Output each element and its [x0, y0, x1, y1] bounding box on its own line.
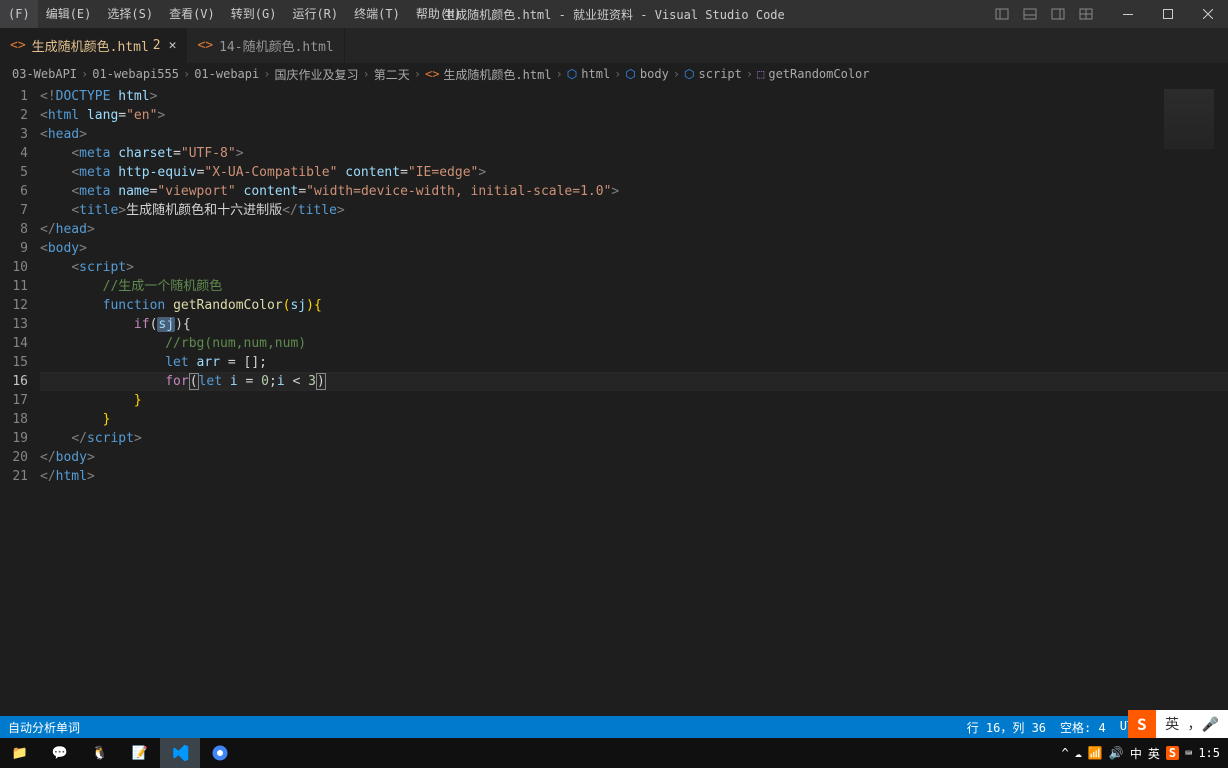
- html-file-icon: <>: [10, 38, 26, 53]
- tray-ime-zh[interactable]: 中: [1130, 745, 1142, 762]
- maximize-button[interactable]: [1148, 0, 1188, 28]
- sogou-logo-icon: S: [1128, 710, 1156, 738]
- tray-network-icon[interactable]: 📶: [1088, 746, 1103, 760]
- title-bar: (F) 编辑(E) 选择(S) 查看(V) 转到(G) 运行(R) 终端(T) …: [0, 0, 1228, 28]
- tray-keyboard-icon[interactable]: ⌨: [1185, 746, 1192, 760]
- file-explorer-icon[interactable]: 📁: [0, 738, 40, 768]
- panel-left-icon[interactable]: [988, 0, 1016, 28]
- windows-taskbar: 📁 💬 🐧 📝 ^ ☁ 📶 🔊 中 英 S ⌨ 1:5: [0, 738, 1228, 768]
- bc-symbol[interactable]: ⬡html: [567, 67, 610, 81]
- window-title: 生成随机颜色.html - 就业班资料 - Visual Studio Code: [443, 6, 785, 23]
- editor-area[interactable]: 123456789101112131415161718192021 <!DOCT…: [0, 85, 1228, 716]
- tab-label: 14-随机颜色.html: [219, 36, 334, 55]
- tray-sogou-icon[interactable]: S: [1166, 746, 1179, 760]
- qq-icon[interactable]: 🐧: [80, 738, 120, 768]
- chrome-icon[interactable]: [200, 738, 240, 768]
- ime-popup[interactable]: S 英 ，🎤: [1128, 710, 1228, 738]
- tab-active[interactable]: <> 生成随机颜色.html 2 ✕: [0, 28, 187, 63]
- menu-run[interactable]: 运行(R): [284, 0, 346, 28]
- minimize-button[interactable]: [1108, 0, 1148, 28]
- bc-folder[interactable]: 国庆作业及复习: [274, 66, 358, 83]
- ime-mode: 英 ，🎤: [1156, 714, 1228, 734]
- tray-chevron-icon[interactable]: ^: [1061, 746, 1068, 760]
- breadcrumb: 03-WebAPI› 01-webapi555› 01-webapi› 国庆作业…: [0, 63, 1228, 85]
- menu-edit[interactable]: 编辑(E): [38, 0, 100, 28]
- menu-view[interactable]: 查看(V): [161, 0, 223, 28]
- bc-folder[interactable]: 01-webapi: [194, 67, 259, 81]
- close-button[interactable]: [1188, 0, 1228, 28]
- vscode-icon[interactable]: [160, 738, 200, 768]
- menu-go[interactable]: 转到(G): [223, 0, 285, 28]
- title-right: [988, 0, 1228, 28]
- html-file-icon: <>: [197, 38, 213, 53]
- panel-right-icon[interactable]: [1044, 0, 1072, 28]
- tab[interactable]: <> 14-随机颜色.html: [187, 28, 344, 63]
- status-left[interactable]: 自动分析单词: [8, 719, 80, 736]
- layout-icon[interactable]: [1072, 0, 1100, 28]
- notepad-icon[interactable]: 📝: [120, 738, 160, 768]
- bc-file[interactable]: <>生成随机颜色.html: [425, 66, 552, 83]
- bc-symbol[interactable]: ⬡script: [684, 67, 742, 81]
- menu-terminal[interactable]: 终端(T): [346, 0, 408, 28]
- menu-file[interactable]: (F): [0, 0, 38, 28]
- editor-tabs: <> 生成随机颜色.html 2 ✕ <> 14-随机颜色.html: [0, 28, 1228, 63]
- status-indent[interactable]: 空格: 4: [1060, 719, 1106, 736]
- code-content[interactable]: <!DOCTYPE html> <html lang="en"> <head> …: [40, 85, 1228, 716]
- close-icon[interactable]: ✕: [169, 38, 177, 53]
- wechat-icon[interactable]: 💬: [40, 738, 80, 768]
- tab-modified-count: 2: [153, 38, 161, 53]
- bc-function[interactable]: ⬚getRandomColor: [757, 67, 869, 81]
- line-gutter: 123456789101112131415161718192021: [0, 85, 40, 716]
- menu-bar: (F) 编辑(E) 选择(S) 查看(V) 转到(G) 运行(R) 终端(T) …: [0, 0, 470, 28]
- tray-time[interactable]: 1:5: [1198, 746, 1220, 760]
- tray-volume-icon[interactable]: 🔊: [1109, 746, 1124, 760]
- bc-symbol[interactable]: ⬡body: [625, 67, 668, 81]
- system-tray: ^ ☁ 📶 🔊 中 英 S ⌨ 1:5: [1061, 745, 1228, 762]
- tray-onedrive-icon[interactable]: ☁: [1075, 746, 1082, 760]
- bc-folder[interactable]: 01-webapi555: [92, 67, 179, 81]
- menu-selection[interactable]: 选择(S): [99, 0, 161, 28]
- minimap[interactable]: [1164, 89, 1214, 149]
- status-cursor-pos[interactable]: 行 16，列 36: [967, 719, 1046, 736]
- bc-folder[interactable]: 第二天: [374, 66, 410, 83]
- status-bar: 自动分析单词 行 16，列 36 空格: 4 UTF-8 CRLF H: [0, 716, 1228, 738]
- panel-bottom-icon[interactable]: [1016, 0, 1044, 28]
- tab-label: 生成随机颜色.html: [32, 36, 149, 55]
- bc-folder[interactable]: 03-WebAPI: [12, 67, 77, 81]
- tray-ime-en[interactable]: 英: [1148, 745, 1160, 762]
